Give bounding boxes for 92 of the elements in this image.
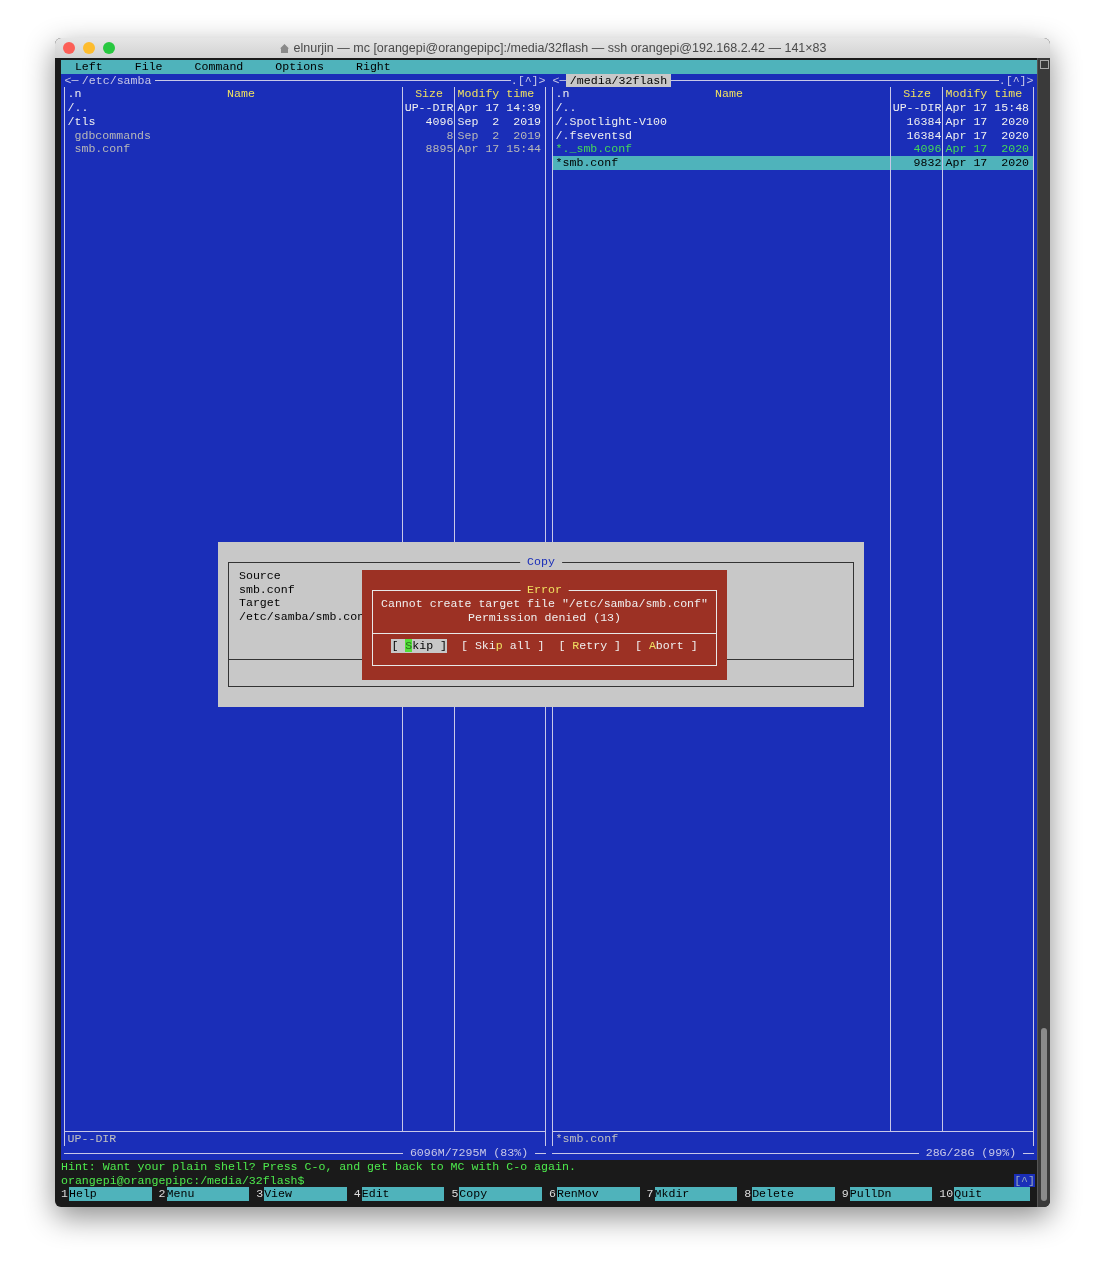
function-key[interactable]: Menu xyxy=(166,1187,250,1201)
sort-indicator[interactable]: .n xyxy=(555,87,570,102)
file-size: 9832 xyxy=(912,155,943,170)
function-key[interactable]: Delete xyxy=(752,1187,835,1201)
dialog-text: /etc/samba/smb.con xyxy=(239,610,365,624)
file-time: Apr 17 15:44 xyxy=(456,142,543,156)
file-time: Sep 2 2019 xyxy=(456,114,543,129)
function-key[interactable]: Help xyxy=(68,1187,152,1201)
key-number: 2 xyxy=(158,1187,167,1201)
file-name[interactable]: /.fseventsd xyxy=(553,128,891,143)
panel-corner-controls[interactable]: .[^]> xyxy=(510,73,546,88)
function-key[interactable]: PullDn xyxy=(849,1187,933,1201)
zoom-icon[interactable] xyxy=(103,42,115,54)
column-header: Name xyxy=(715,87,743,102)
file-time: Apr 17 2020 xyxy=(944,128,1031,143)
close-icon[interactable] xyxy=(63,42,75,54)
column-header: Modify time xyxy=(456,87,536,102)
file-size: 8895 xyxy=(424,142,455,156)
file-size: 4096 xyxy=(912,142,943,156)
file-name[interactable]: /.. xyxy=(553,101,891,115)
menu-item[interactable]: File xyxy=(134,60,163,74)
file-time: Sep 2 2019 xyxy=(456,128,543,143)
dialog-button[interactable]: [ Skip all ] xyxy=(461,639,545,653)
dialog-button[interactable]: [ Abort ] xyxy=(634,639,698,653)
key-number: 1 xyxy=(61,1187,69,1201)
menu-item[interactable]: Left xyxy=(74,60,103,74)
key-number: 10 xyxy=(939,1187,955,1201)
function-key[interactable]: Quit xyxy=(954,1187,1030,1201)
key-number: 9 xyxy=(841,1187,850,1201)
hint-text: Hint: Want your plain shell? Press C-o, and get back to MC with C-o again. xyxy=(61,1159,577,1174)
nav-arrows[interactable]: <─ xyxy=(64,73,79,88)
dialog-text: smb.conf xyxy=(239,582,295,597)
file-name[interactable]: /.Spotlight-V100 xyxy=(553,114,891,129)
house-icon xyxy=(278,42,290,54)
key-number: 5 xyxy=(451,1187,460,1201)
error-message: Cannot create target file "/etc/samba/smb.conf" xyxy=(380,597,709,611)
file-name[interactable]: /.. xyxy=(65,101,403,115)
file-size: 4096 xyxy=(424,114,455,129)
dialog-title: Copy xyxy=(520,555,562,569)
file-name[interactable]: gdbcommands xyxy=(65,128,403,143)
panel-corner-controls[interactable]: .[^]> xyxy=(998,73,1034,88)
error-message: Permission denied (13) xyxy=(466,610,623,625)
sort-indicator[interactable]: .n xyxy=(67,87,82,102)
file-name[interactable]: smb.conf xyxy=(65,142,403,156)
dialog-button[interactable]: [ Retry ] xyxy=(558,639,622,653)
mini-status: *smb.conf xyxy=(555,1132,619,1146)
file-time: Apr 17 2020 xyxy=(944,142,1031,156)
mini-status: UP--DIR xyxy=(67,1132,117,1146)
function-key[interactable]: RenMov xyxy=(556,1187,640,1201)
column-header: Modify time xyxy=(944,87,1024,102)
shell-prompt: orangepi@orangepipc:/media/32flash$ xyxy=(61,1173,305,1188)
key-number: 8 xyxy=(744,1187,753,1201)
column-header: Name xyxy=(227,87,255,102)
panel-path: /etc/samba xyxy=(80,73,153,88)
key-number: 6 xyxy=(548,1187,557,1201)
menu-item[interactable]: Right xyxy=(356,60,391,74)
function-key[interactable]: Copy xyxy=(459,1187,542,1201)
scroll-indicator[interactable]: [^] xyxy=(1014,1173,1035,1188)
column-header: Size xyxy=(902,87,932,102)
key-number: 7 xyxy=(646,1187,655,1201)
file-time: Apr 17 15:48 xyxy=(944,101,1031,115)
function-key[interactable]: Edit xyxy=(361,1187,445,1201)
file-time: Apr 17 2020 xyxy=(944,155,1031,170)
minimize-icon[interactable] xyxy=(83,42,95,54)
menu-item[interactable]: Command xyxy=(194,60,244,74)
window-title: elnurjin — mc [orangepi@orangepipc]:/media/32flash — ssh orangepi@192.168.2.42 — 141×83 xyxy=(293,39,827,57)
disk-usage: 6096M/7295M (83%) xyxy=(408,1146,530,1160)
scrollbar-thumb[interactable] xyxy=(1041,1028,1047,1201)
file-size: 16384 xyxy=(905,128,943,143)
key-number: 4 xyxy=(353,1187,362,1201)
file-size: UP--DIR xyxy=(891,101,943,115)
key-number: 3 xyxy=(256,1187,264,1201)
function-key[interactable]: Mkdir xyxy=(654,1187,738,1201)
file-time: Apr 17 2020 xyxy=(944,114,1031,129)
scroll-button[interactable] xyxy=(1040,60,1049,69)
menu-item[interactable]: Options xyxy=(275,60,324,74)
file-name[interactable]: *smb.conf xyxy=(553,155,891,170)
file-name[interactable]: *._smb.conf xyxy=(553,142,891,156)
nav-arrows[interactable]: <─ xyxy=(552,73,567,88)
cursor-row[interactable]: *smb.conf 9832 Apr 17 2020 xyxy=(553,155,1033,170)
dialog-button[interactable]: [ Skip ] xyxy=(391,639,448,653)
column-header: Size xyxy=(414,87,444,102)
scrollbar[interactable] xyxy=(1037,58,1050,1207)
dialog-text: Target xyxy=(239,596,281,611)
dialog-text: Source xyxy=(239,569,281,583)
file-size: 8 xyxy=(445,128,455,143)
file-size: 16384 xyxy=(905,114,943,129)
disk-usage: 28G/28G (99%) xyxy=(924,1146,1018,1160)
file-time: Apr 17 14:39 xyxy=(456,101,543,115)
file-size: UP--DIR xyxy=(403,101,455,115)
function-key[interactable]: View xyxy=(264,1187,347,1201)
file-name[interactable]: /tls xyxy=(65,114,403,129)
